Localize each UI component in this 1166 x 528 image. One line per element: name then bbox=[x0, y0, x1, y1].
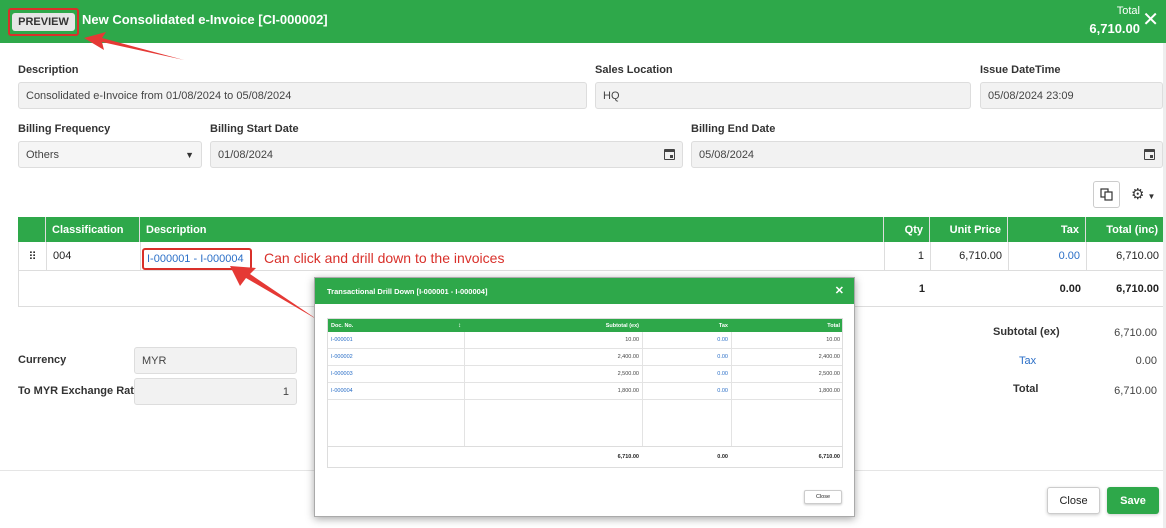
tax-link[interactable]: 0.00 bbox=[642, 332, 731, 348]
doc-link[interactable]: I-000001 bbox=[328, 332, 464, 348]
subtotal-value: 6,710.00 bbox=[1114, 327, 1157, 339]
billing-frequency-label: Billing Frequency bbox=[18, 123, 111, 135]
annotation-arrow-preview bbox=[84, 32, 184, 60]
sort-icon[interactable]: ↕ bbox=[458, 323, 461, 329]
header-total-label: Total bbox=[1116, 5, 1140, 17]
sales-location-field[interactable]: HQ bbox=[595, 82, 971, 109]
footer-qty: 1 bbox=[918, 282, 925, 295]
table-row[interactable]: I-000003 2,500.00 0.00 2,500.00 bbox=[328, 366, 842, 383]
row-tax-link[interactable]: 0.00 bbox=[1009, 242, 1087, 270]
calendar-icon[interactable] bbox=[1144, 149, 1155, 160]
currency-field[interactable]: MYR bbox=[134, 347, 297, 374]
col-description[interactable]: Description bbox=[140, 217, 884, 242]
billing-end-field[interactable]: 05/08/2024 bbox=[691, 141, 1163, 168]
close-icon[interactable]: ✕ bbox=[1142, 10, 1159, 30]
table-row[interactable]: I-000001 10.00 0.00 10.00 bbox=[328, 332, 842, 349]
caret-down-icon: ▼ bbox=[185, 149, 194, 160]
table-row[interactable]: I-000002 2,400.00 0.00 2,400.00 bbox=[328, 349, 842, 366]
issue-datetime-label: Issue DateTime bbox=[980, 64, 1061, 76]
subtotal-label: Subtotal (ex) bbox=[993, 326, 1060, 338]
billing-start-label: Billing Start Date bbox=[210, 123, 299, 135]
col-doc-no[interactable]: Doc. No. ↕ bbox=[328, 319, 464, 332]
billing-start-value: 01/08/2024 bbox=[218, 148, 274, 161]
preview-badge[interactable]: PREVIEW bbox=[8, 8, 79, 36]
row-total: 6,710.00 bbox=[1116, 250, 1159, 262]
gear-icon[interactable]: ⚙ ▼ bbox=[1131, 185, 1155, 203]
tax-link[interactable]: Tax bbox=[1019, 355, 1036, 367]
modal-title: Transactional Drill Down [I-000001 - I-0… bbox=[327, 287, 488, 296]
tax-link[interactable]: 0.00 bbox=[642, 366, 731, 382]
issue-datetime-field[interactable]: 05/08/2024 23:09 bbox=[980, 82, 1163, 109]
row-classification[interactable]: 004 bbox=[47, 242, 141, 270]
annotation-arrow-drilldown bbox=[230, 266, 318, 320]
save-button[interactable]: Save bbox=[1107, 487, 1159, 514]
billing-end-label: Billing End Date bbox=[691, 123, 776, 135]
doc-link[interactable]: I-000002 bbox=[328, 349, 464, 365]
col-total[interactable]: Total (inc) bbox=[1086, 217, 1164, 242]
billing-end-value: 05/08/2024 bbox=[699, 148, 755, 161]
calendar-icon[interactable] bbox=[664, 149, 675, 160]
table-row[interactable]: I-000004 1,800.00 0.00 1,800.00 bbox=[328, 383, 842, 400]
col-unit-price[interactable]: Unit Price bbox=[930, 217, 1008, 242]
row-unit-price[interactable]: 6,710.00 bbox=[931, 242, 1009, 270]
footer-tax: 0.00 bbox=[1059, 282, 1081, 295]
summary-total-label: Total bbox=[1013, 383, 1039, 395]
exchange-rate-field[interactable]: 1 bbox=[134, 378, 297, 405]
close-icon[interactable]: ✕ bbox=[835, 284, 844, 297]
doc-link[interactable]: I-000004 bbox=[328, 383, 464, 399]
modal-close-button[interactable]: Close bbox=[804, 490, 842, 504]
tax-link[interactable]: 0.00 bbox=[642, 349, 731, 365]
preview-badge-label: PREVIEW bbox=[12, 13, 75, 31]
copy-document-icon bbox=[1100, 188, 1113, 201]
footer-total: 6,710.00 bbox=[1116, 282, 1159, 295]
grid-header: Classification Description Qty Unit Pric… bbox=[18, 217, 1164, 242]
summary-total-value: 6,710.00 bbox=[1114, 385, 1157, 397]
sales-location-label: Sales Location bbox=[595, 64, 673, 76]
billing-frequency-select[interactable]: Others ▼ bbox=[18, 141, 202, 168]
description-field[interactable]: Consolidated e-Invoice from 01/08/2024 t… bbox=[18, 82, 587, 109]
drag-handle-icon[interactable]: ⠿ bbox=[19, 242, 47, 270]
col-tax[interactable]: Tax bbox=[1008, 217, 1086, 242]
description-label: Description bbox=[18, 64, 79, 76]
doc-link[interactable]: I-000003 bbox=[328, 366, 464, 382]
modal-header: Transactional Drill Down [I-000001 - I-0… bbox=[315, 278, 854, 304]
col-tax[interactable]: Tax bbox=[642, 319, 731, 332]
col-qty[interactable]: Qty bbox=[884, 217, 930, 242]
currency-label: Currency bbox=[18, 354, 67, 366]
col-classification[interactable]: Classification bbox=[46, 217, 140, 242]
billing-start-field[interactable]: 01/08/2024 bbox=[210, 141, 683, 168]
page-title: New Consolidated e-Invoice [CI-000002] bbox=[82, 12, 328, 27]
tax-value: 0.00 bbox=[1135, 355, 1157, 367]
copy-document-button[interactable] bbox=[1093, 181, 1120, 208]
billing-frequency-value: Others bbox=[26, 148, 60, 161]
col-subtotal[interactable]: Subtotal (ex) bbox=[464, 319, 642, 332]
tax-link[interactable]: 0.00 bbox=[642, 383, 731, 399]
col-total[interactable]: Total bbox=[731, 319, 843, 332]
close-button[interactable]: Close bbox=[1047, 487, 1100, 514]
exchange-rate-label: To MYR Exchange Rate bbox=[18, 385, 141, 397]
header-total-value: 6,710.00 bbox=[1089, 21, 1140, 36]
row-qty[interactable]: 1 bbox=[885, 242, 931, 270]
drill-down-modal: Transactional Drill Down [I-000001 - I-0… bbox=[314, 277, 855, 517]
modal-table-header: Doc. No. ↕ Subtotal (ex) Tax Total bbox=[328, 319, 842, 332]
drill-down-table: Doc. No. ↕ Subtotal (ex) Tax Total I-000… bbox=[327, 318, 843, 468]
modal-table-footer: 6,710.00 0.00 6,710.00 bbox=[328, 446, 842, 467]
